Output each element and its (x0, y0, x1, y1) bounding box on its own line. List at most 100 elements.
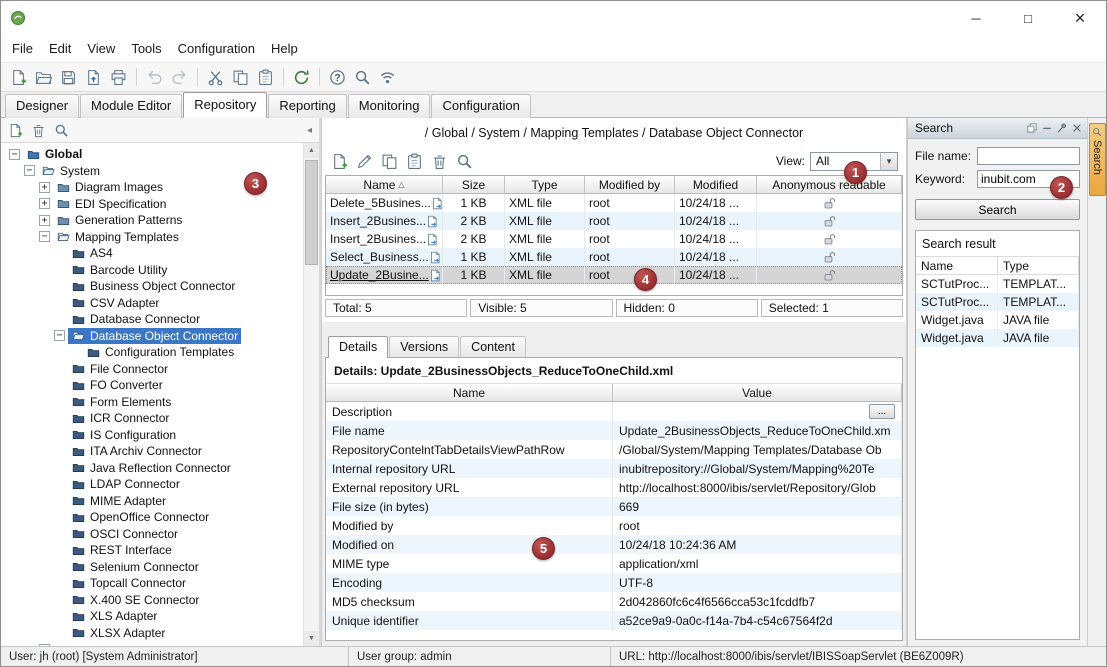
magnifier-button[interactable] (51, 120, 72, 141)
details-row[interactable]: File size (in bytes) 669 ... (326, 497, 902, 516)
tree-item[interactable]: OSCI Connector (1, 526, 319, 543)
search-button[interactable]: Search (915, 199, 1080, 220)
file-row[interactable]: Insert_2Busines... 2 KB XML file root 10… (326, 230, 902, 248)
close-button[interactable]: × (1054, 1, 1106, 35)
tree-expander-icon[interactable]: + (39, 644, 50, 646)
tree-expander-icon[interactable]: + (39, 182, 50, 193)
detail-tab[interactable]: Versions (389, 336, 459, 358)
result-row[interactable]: Widget.java JAVA file (916, 311, 1079, 329)
tree-item[interactable]: FO Converter (1, 377, 319, 394)
tree-item[interactable]: − Global (1, 146, 319, 163)
result-row[interactable]: SCTutProc... TEMPLAT... (916, 275, 1079, 293)
tree-item[interactable]: − Mapping Templates (1, 229, 319, 246)
description-more-button[interactable]: ... (869, 404, 895, 419)
details-row[interactable]: Internal repository URL inubitrepository… (326, 459, 902, 478)
column-header[interactable]: Name (916, 256, 998, 275)
undo-button[interactable] (143, 66, 166, 89)
doc-new-button[interactable] (5, 120, 26, 141)
tree-item[interactable]: Form Elements (1, 394, 319, 411)
tree-item[interactable]: File Connector (1, 361, 319, 378)
file-row[interactable]: Insert_2Busines... 2 KB XML file root 10… (326, 212, 902, 230)
column-header[interactable]: Modified by△ (585, 176, 675, 194)
pencil-button[interactable] (353, 150, 376, 173)
details-row[interactable]: MD5 checksum 2d042860fc6c4f6566cca53c1fc… (326, 592, 902, 611)
details-row[interactable]: External repository URL http://localhost… (326, 478, 902, 497)
scroll-down-icon[interactable]: ▼ (304, 631, 319, 646)
scissors-button[interactable] (204, 66, 227, 89)
main-tab[interactable]: Reporting (268, 94, 346, 118)
menu-item[interactable]: Configuration (170, 37, 263, 60)
details-row[interactable]: MIME type application/xml ... (326, 554, 902, 573)
tree-item[interactable]: AS4 (1, 245, 319, 262)
file-row[interactable]: Select_Business... 1 KB XML file root 10… (326, 248, 902, 266)
float-window-icon[interactable] (1026, 122, 1038, 134)
tree-item[interactable]: − System (1, 163, 319, 180)
details-row[interactable]: Description ... (326, 402, 902, 421)
menu-item[interactable]: File (4, 37, 41, 60)
tree-expander-icon[interactable]: + (39, 215, 50, 226)
doc-new-button[interactable] (328, 150, 351, 173)
tree-item[interactable]: XLSX Adapter (1, 625, 319, 642)
printer-button[interactable] (107, 66, 130, 89)
tree-expander-icon[interactable]: − (24, 165, 35, 176)
tree-item[interactable]: − Database Object Connector (1, 328, 319, 345)
tree-item[interactable]: Business Object Connector (1, 278, 319, 295)
tree-item[interactable]: + EDI Specification (1, 196, 319, 213)
dock-tab-search[interactable]: Search (1089, 123, 1106, 196)
pin-icon[interactable] (1056, 122, 1068, 134)
details-row[interactable]: Unique identifier a52ce9a9-0a0c-f14a-7b4… (326, 611, 902, 630)
trash-button[interactable] (28, 120, 49, 141)
tree-expander-icon[interactable]: − (9, 149, 20, 160)
tree-item[interactable]: ITA Archiv Connector (1, 443, 319, 460)
column-header[interactable]: Modified△ (675, 176, 757, 194)
paste-button[interactable] (254, 66, 277, 89)
file-row[interactable]: Update_2Busine... 1 KB XML file root 10/… (326, 266, 902, 284)
details-row[interactable]: Modified on 10/24/18 10:24:36 AM ... (326, 535, 902, 554)
column-header[interactable]: Value (613, 384, 902, 402)
magnifier-button[interactable] (453, 150, 476, 173)
tree-scrollbar[interactable]: ▲ ▼ (303, 143, 319, 646)
tree-item[interactable]: + (1, 641, 319, 646)
details-row[interactable]: RepositoryContelntTabDetailsViewPathRow … (326, 440, 902, 459)
minimize-panel-icon[interactable] (1041, 122, 1053, 134)
tree-item[interactable]: IS Configuration (1, 427, 319, 444)
doc-new-button[interactable] (7, 66, 30, 89)
tree-item[interactable]: Java Reflection Connector (1, 460, 319, 477)
network-button[interactable] (376, 66, 399, 89)
tree-item[interactable]: MIME Adapter (1, 493, 319, 510)
tree-item[interactable]: XLS Adapter (1, 608, 319, 625)
help-button[interactable] (326, 66, 349, 89)
save-button[interactable] (57, 66, 80, 89)
tree-expander-icon[interactable]: − (39, 231, 50, 242)
column-header[interactable]: Anonymous readable△ (757, 176, 902, 194)
magnifier-button[interactable] (351, 66, 374, 89)
detail-tab[interactable]: Content (460, 336, 526, 358)
close-panel-icon[interactable] (1071, 122, 1083, 134)
result-row[interactable]: SCTutProc... TEMPLAT... (916, 293, 1079, 311)
collapse-panel-icon[interactable]: ◂ (307, 125, 315, 136)
copy-button[interactable] (229, 66, 252, 89)
redo-button[interactable] (168, 66, 191, 89)
tree-item[interactable]: X.400 SE Connector (1, 592, 319, 609)
copy-button[interactable] (378, 150, 401, 173)
menu-item[interactable]: View (79, 37, 123, 60)
tree-item[interactable]: LDAP Connector (1, 476, 319, 493)
tree-item[interactable]: CSV Adapter (1, 295, 319, 312)
main-tab[interactable]: Module Editor (80, 94, 182, 118)
tree-item[interactable]: Selenium Connector (1, 559, 319, 576)
tree-item[interactable]: ICR Connector (1, 410, 319, 427)
tree-expander-icon[interactable]: + (39, 198, 50, 209)
column-header[interactable]: Size△ (443, 176, 505, 194)
file-name-input[interactable] (977, 147, 1080, 165)
tree-item[interactable]: REST Interface (1, 542, 319, 559)
doc-up-button[interactable] (82, 66, 105, 89)
tree-item[interactable]: Configuration Templates (1, 344, 319, 361)
refresh-button[interactable] (290, 66, 313, 89)
menu-item[interactable]: Edit (41, 37, 79, 60)
tree-item[interactable]: Database Connector (1, 311, 319, 328)
folder-tb-button[interactable] (32, 66, 55, 89)
column-header[interactable]: Name△ (326, 176, 443, 194)
paste-button[interactable] (403, 150, 426, 173)
menu-item[interactable]: Tools (123, 37, 169, 60)
tree-item[interactable]: OpenOffice Connector (1, 509, 319, 526)
